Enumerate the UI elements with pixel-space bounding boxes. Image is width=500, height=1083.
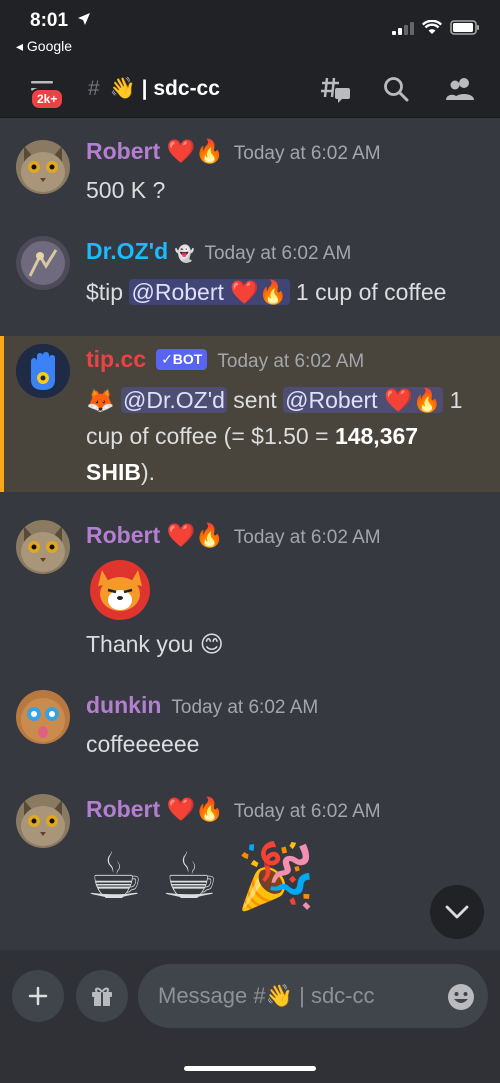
message-text: $tip @Robert ❤️🔥 1 cup of coffee — [86, 274, 496, 310]
message-header: dunkin Today at 6:02 AM — [86, 692, 318, 719]
emoji-picker-button[interactable] — [446, 982, 476, 1017]
gift-icon — [92, 987, 112, 1006]
channel-name: 👋 | sdc-cc — [109, 77, 220, 100]
message-item: Robert ❤️🔥 Today at 6:02 AM Thank you 😊 — [0, 518, 500, 678]
back-to-google-link[interactable]: ◂ Google — [16, 38, 72, 55]
message-timestamp: Today at 6:02 AM — [233, 801, 381, 822]
hashtag-icon: # — [88, 77, 100, 100]
user-mention[interactable]: @Dr.OZ'd — [121, 387, 227, 413]
author-name[interactable]: Robert ❤️🔥 — [86, 796, 224, 823]
avatar-robert[interactable] — [16, 794, 70, 848]
shib-icon: 🦊 — [86, 387, 115, 413]
author-name[interactable]: Robert ❤️🔥 — [86, 522, 224, 549]
channel-header: 2k+ # 👋 | sdc-cc — [0, 60, 500, 118]
message-text: 🦊 @Dr.OZ'd sent @Robert ❤️🔥 1 cup of cof… — [86, 382, 486, 490]
members-button[interactable] — [438, 60, 482, 118]
message-item: tip.cc ✓BOT Today at 6:02 AM 🦊 @Dr.OZ'd … — [0, 342, 500, 492]
avatar-dunkin[interactable] — [16, 690, 70, 744]
shiba-sticker[interactable] — [86, 556, 154, 625]
plus-icon — [28, 986, 48, 1006]
message-timestamp: Today at 6:02 AM — [204, 243, 352, 264]
scroll-to-bottom-button[interactable] — [430, 885, 484, 939]
message-item: Robert ❤️🔥 Today at 6:02 AM ☕ ☕ 🎉 — [0, 792, 500, 942]
threads-icon — [321, 77, 350, 103]
message-header: Robert ❤️🔥 Today at 6:02 AM — [86, 138, 381, 165]
avatar-tip-cc[interactable] — [16, 344, 70, 398]
message-list[interactable]: Robert ❤️🔥 Today at 6:02 AM 500 K ? Dr.O… — [0, 118, 500, 950]
message-text: coffeeeeee — [86, 731, 200, 757]
message-composer — [0, 950, 500, 1083]
message-header: Robert ❤️🔥 Today at 6:02 AM — [86, 522, 381, 549]
clock-text: 8:01 — [30, 10, 69, 31]
chevron-down-icon — [445, 905, 469, 919]
author-name[interactable]: Dr.OZ'd 👻 — [86, 238, 194, 265]
message-item: dunkin Today at 6:02 AM coffeeeeee — [0, 688, 500, 778]
message-emojis: ☕ ☕ 🎉 — [86, 840, 316, 912]
author-name[interactable]: dunkin — [86, 692, 161, 719]
unread-badge: 2k+ — [30, 88, 65, 110]
avatar-robert[interactable] — [16, 140, 70, 194]
home-indicator — [184, 1066, 316, 1071]
status-icons — [392, 20, 480, 35]
add-attachment-button[interactable] — [12, 970, 64, 1022]
message-text-end: ). — [140, 459, 156, 485]
message-header: tip.cc ✓BOT Today at 6:02 AM — [86, 346, 364, 373]
message-timestamp: Today at 6:02 AM — [217, 351, 365, 372]
message-text-prefix: $tip — [86, 279, 130, 305]
message-timestamp: Today at 6:02 AM — [171, 697, 319, 718]
wifi-icon — [422, 20, 442, 34]
status-time: 8:01 — [30, 10, 91, 32]
avatar-dr-ozd[interactable] — [16, 236, 70, 290]
battery-icon — [450, 20, 479, 35]
bot-tag: ✓BOT — [156, 349, 208, 370]
message-item: Dr.OZ'd 👻 Today at 6:02 AM $tip @Robert … — [0, 234, 500, 324]
threads-button[interactable] — [316, 60, 356, 118]
user-mention[interactable]: @Robert ❤️🔥 — [129, 279, 290, 305]
smiley-icon — [448, 984, 474, 1010]
avatar-robert[interactable] — [16, 520, 70, 574]
search-button[interactable] — [376, 60, 416, 118]
members-icon — [446, 78, 474, 100]
author-name[interactable]: Robert ❤️🔥 — [86, 138, 224, 165]
message-header: Robert ❤️🔥 Today at 6:02 AM — [86, 796, 381, 823]
message-timestamp: Today at 6:02 AM — [233, 527, 381, 548]
message-timestamp: Today at 6:02 AM — [233, 143, 381, 164]
message-text: 500 K ? — [86, 177, 166, 203]
gift-button[interactable] — [76, 970, 128, 1022]
message-text: Thank you 😊 — [86, 631, 224, 657]
search-icon — [384, 77, 409, 102]
message-item: Robert ❤️🔥 Today at 6:02 AM 500 K ? — [0, 134, 500, 224]
message-input[interactable] — [138, 964, 488, 1028]
message-header: Dr.OZ'd 👻 Today at 6:02 AM — [86, 238, 351, 265]
location-icon — [78, 13, 91, 25]
channel-title[interactable]: # 👋 | sdc-cc — [88, 60, 220, 118]
author-name[interactable]: tip.cc — [86, 346, 146, 373]
signal-icon — [392, 21, 414, 35]
message-text-mid: sent — [226, 387, 284, 413]
status-bar: 8:01 ◂ Google — [0, 0, 500, 60]
message-text-suffix: 1 cup of coffee — [289, 279, 447, 305]
user-mention[interactable]: @Robert ❤️🔥 — [283, 387, 444, 413]
